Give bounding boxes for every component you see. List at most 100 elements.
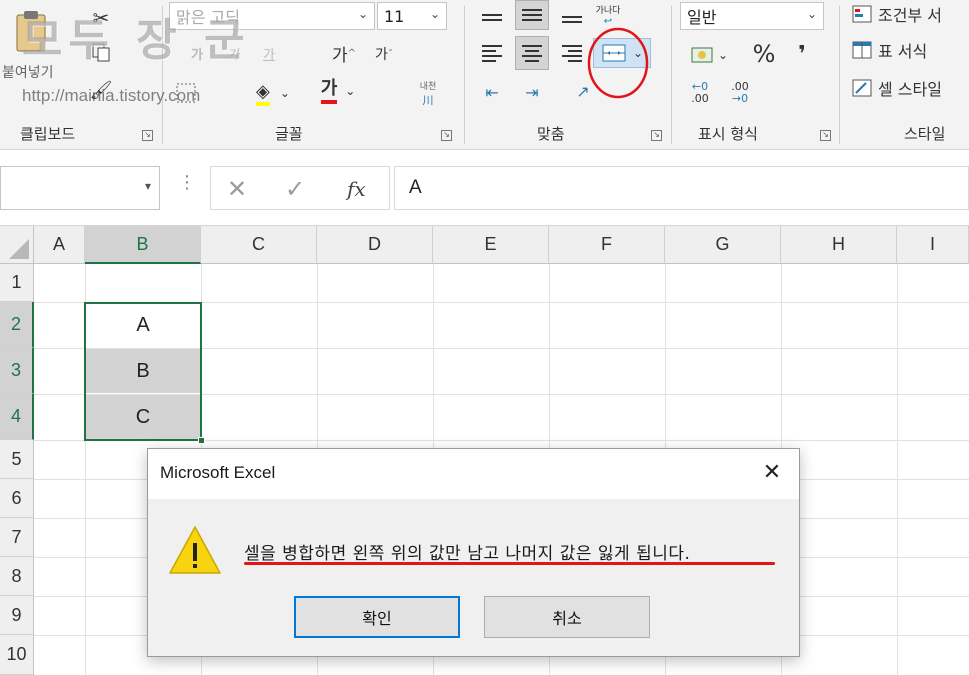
styles-group-label: 스타일 [904, 125, 946, 143]
font-launcher-icon[interactable]: ↘ [441, 130, 452, 141]
column-header-c[interactable]: C [201, 226, 317, 264]
select-all-button[interactable] [0, 226, 34, 264]
number-launcher-icon[interactable]: ↘ [820, 130, 831, 141]
phonetic-button[interactable]: 내천 川 [413, 78, 443, 108]
chevron-down-icon: ⌄ [279, 86, 290, 100]
column-header-h[interactable]: H [781, 226, 897, 264]
align-bottom-button[interactable] [557, 6, 587, 32]
column-header-f[interactable]: F [549, 226, 665, 264]
merge-warning-dialog: Microsoft Excel ✕ 셀을 병합하면 왼쪽 위의 값만 남고 나머… [147, 448, 800, 657]
decrease-indent-button[interactable]: ⇤ [477, 78, 507, 106]
chevron-down-icon: ⌄ [806, 7, 817, 21]
font-size-value: 11 [384, 6, 405, 26]
column-header-g[interactable]: G [665, 226, 781, 264]
row-header-7[interactable]: 7 [0, 518, 34, 557]
chevron-down-icon: ⌄ [429, 7, 440, 21]
enter-icon[interactable]: ✓ [285, 175, 305, 203]
fill-handle[interactable] [198, 437, 205, 444]
font-name-value: 맑은 고딕 [176, 8, 240, 27]
grow-font-button[interactable]: 가 ^ [329, 40, 359, 66]
dialog-titlebar: Microsoft Excel ✕ [148, 449, 799, 499]
font-color-label: 가 [320, 78, 338, 104]
name-box[interactable]: ▾ [0, 166, 160, 210]
row-header-2[interactable]: 2 [0, 302, 34, 348]
wrap-text-label: 가나다 [595, 6, 621, 16]
ribbon: ✂ 🖌 클립보드 ↘ 맑은 고딕 ⌄ 11 ⌄ 가 가 가 가 ^ 가ˇ ◈ ⌄… [0, 0, 969, 150]
message-highlight-underline [244, 562, 775, 565]
format-as-table-button[interactable]: 표 서식 [852, 36, 969, 64]
copy-icon[interactable] [88, 40, 114, 64]
column-header-b[interactable]: B [85, 226, 201, 264]
ok-button[interactable]: 확인 [294, 596, 460, 638]
increase-indent-button[interactable]: ⇥ [517, 78, 547, 106]
row-header-3[interactable]: 3 [0, 348, 34, 394]
column-header-a[interactable]: A [34, 226, 85, 264]
chevron-down-icon: ▾ [144, 179, 151, 193]
decrease-decimal-button[interactable]: .00 →0 [724, 78, 756, 108]
dialog-message: 셀을 병합하면 왼쪽 위의 값만 남고 나머지 값은 잃게 됩니다. [244, 544, 691, 564]
align-middle-button[interactable] [515, 0, 549, 30]
fill-color-button[interactable]: ◈ ⌄ [253, 80, 293, 106]
phonetic-label: 내천 [419, 81, 437, 92]
orientation-angle-button[interactable]: ↗ [561, 76, 605, 106]
formula-tools: ✕ ✓ fx [210, 166, 390, 210]
alignment-launcher-icon[interactable]: ↘ [651, 130, 662, 141]
row-header-9[interactable]: 9 [0, 596, 34, 635]
font-group-label: 글꼴 [275, 125, 303, 143]
cell-styles-button[interactable]: 셀 스타일 [852, 74, 969, 102]
formula-input[interactable]: A [394, 166, 969, 210]
alignment-group-label: 맞춤 [537, 125, 565, 143]
number-format-combo[interactable]: 일반 ⌄ [680, 2, 824, 30]
clipboard-group: ✂ 🖌 클립보드 ↘ [0, 0, 160, 150]
insert-function-icon[interactable]: fx [347, 177, 366, 201]
clipboard-icon [16, 11, 46, 52]
italic-button[interactable]: 가 [221, 40, 245, 66]
font-group: 맑은 고딕 ⌄ 11 ⌄ 가 가 가 가 ^ 가ˇ ◈ ⌄ 가 ⌄ 내천 川 글… [163, 0, 463, 150]
underline-button[interactable]: 가 [257, 40, 281, 66]
row-header-10[interactable]: 10 [0, 635, 34, 675]
chevron-down-icon: ⌄ [357, 7, 368, 21]
increase-decimal-button[interactable]: ←0.00 [684, 78, 716, 108]
number-group-label: 표시 형식 [698, 125, 758, 143]
row-header-6[interactable]: 6 [0, 479, 34, 518]
comma-style-button[interactable]: ❜ [790, 38, 814, 70]
font-name-combo[interactable]: 맑은 고딕 ⌄ [169, 2, 375, 30]
cell-styles-icon [852, 79, 872, 97]
conditional-formatting-button[interactable]: 조건부 서 [852, 0, 969, 28]
borders-button[interactable] [171, 80, 201, 106]
align-left-button[interactable] [477, 38, 507, 68]
formula-bar-grip-icon[interactable]: ⋮ [178, 172, 196, 193]
close-icon[interactable]: ✕ [759, 459, 785, 485]
chevron-down-icon: ⌄ [717, 48, 729, 62]
shrink-font-button[interactable]: 가ˇ [369, 42, 399, 66]
font-color-button[interactable]: 가 ⌄ [313, 76, 363, 106]
align-center-button[interactable] [515, 36, 549, 70]
grow-font-label: 가 [331, 45, 348, 66]
cancel-button[interactable]: 취소 [484, 596, 650, 638]
paste-button[interactable] [6, 4, 56, 60]
bold-button[interactable]: 가 [185, 40, 209, 66]
font-size-combo[interactable]: 11 ⌄ [377, 2, 447, 30]
currency-button[interactable]: ⌄ [684, 40, 734, 70]
column-header-d[interactable]: D [317, 226, 433, 264]
clipboard-launcher-icon[interactable]: ↘ [142, 130, 153, 141]
cancel-icon[interactable]: ✕ [227, 175, 247, 203]
format-painter-icon[interactable]: 🖌 [88, 78, 114, 102]
fill-bucket-icon: ◈ [256, 81, 270, 106]
align-top-button[interactable] [477, 4, 507, 30]
column-header-e[interactable]: E [433, 226, 549, 264]
align-right-button[interactable] [557, 38, 587, 68]
number-group: 일반 ⌄ ⌄ % ❜ ←0.00 .00 →0 표시 형식 ↘ [672, 0, 838, 150]
alignment-group: 가나다 ↩ ⌄ ⇤ ⇥ ↗ 맞춤 ↘ [465, 0, 670, 150]
row-header-1[interactable]: 1 [0, 264, 34, 302]
column-header-i[interactable]: I [897, 226, 969, 264]
row-header-4[interactable]: 4 [0, 394, 34, 440]
row-header-8[interactable]: 8 [0, 557, 34, 596]
cut-icon[interactable]: ✂ [88, 6, 114, 30]
increase-decimal-label: .00 [691, 92, 709, 105]
borders-icon [176, 83, 196, 103]
styles-group: 조건부 서 표 서식 셀 스타일 스타일 [840, 0, 969, 150]
format-as-table-label: 표 서식 [878, 42, 928, 61]
row-header-5[interactable]: 5 [0, 440, 34, 479]
percent-button[interactable]: % [750, 38, 778, 70]
